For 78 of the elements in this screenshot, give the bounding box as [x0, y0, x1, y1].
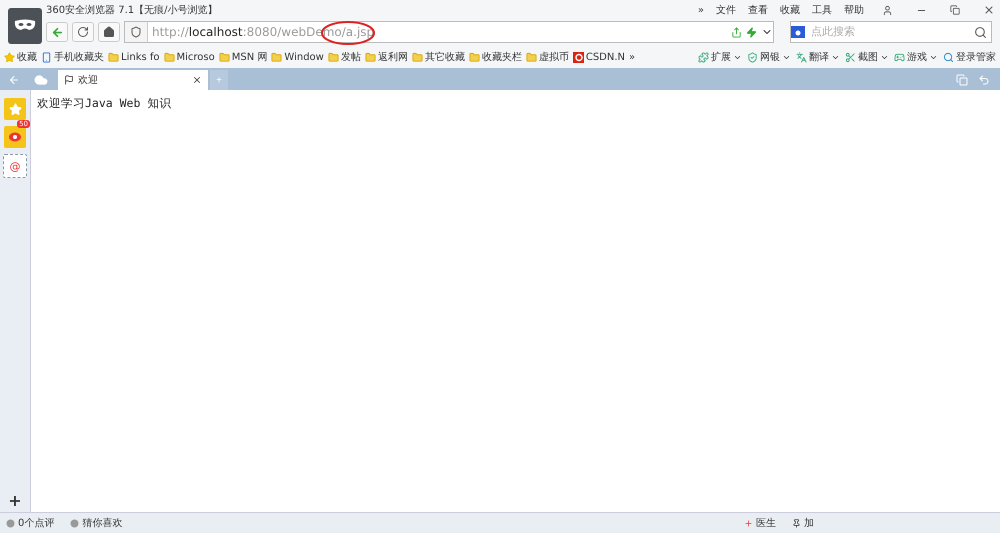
sidebar-toggle-icon [8, 74, 20, 86]
lightning-icon [746, 26, 757, 38]
close-icon [192, 75, 202, 85]
search-box[interactable]: 点此搜索 [790, 21, 992, 43]
folder-icon [412, 52, 423, 62]
refresh-icon [77, 26, 89, 38]
share-icon [731, 26, 742, 38]
menu-item[interactable]: 工具 [812, 3, 832, 17]
star-icon [4, 52, 15, 62]
cloud-icon [34, 73, 48, 87]
home-icon [103, 26, 115, 38]
toolbar-item[interactable]: 网银 [747, 50, 791, 64]
search-icon [974, 26, 987, 38]
bookmark-item[interactable]: Links fo [108, 52, 160, 62]
shield-icon [130, 26, 142, 38]
shield-icon [747, 52, 758, 62]
c-logo-icon [572, 52, 584, 62]
back-icon [50, 26, 64, 38]
status-item[interactable]: 0个点评 [6, 516, 54, 530]
bookmark-item[interactable]: 其它收藏 [412, 50, 465, 64]
translate-icon [796, 52, 807, 62]
bookmark-item[interactable]: CSDN.N [572, 52, 626, 62]
status-item[interactable]: 猜你喜欢 [70, 516, 122, 530]
folder-icon [526, 52, 537, 62]
scissors-icon [845, 52, 856, 62]
dot-icon [6, 518, 15, 528]
bookmark-item[interactable]: 返利网 [364, 50, 408, 64]
toolbar-item[interactable]: 扩展 [698, 50, 742, 64]
menu-item[interactable]: 帮助 [844, 3, 864, 17]
status-item[interactable]: 医生 [744, 516, 776, 530]
menu-item[interactable]: 收藏 [780, 3, 800, 17]
browser-tab[interactable]: 欢迎 [58, 70, 208, 90]
bookmark-item[interactable]: 发帖 [328, 50, 361, 64]
bookmark-item[interactable]: Window [271, 52, 324, 62]
bookmark-item[interactable]: Microso [164, 52, 215, 62]
folder-icon [271, 52, 282, 62]
menu-item[interactable]: 查看 [748, 3, 768, 17]
menu-item[interactable]: » [698, 4, 704, 16]
login-link[interactable]: 登录管家 [943, 50, 996, 64]
add-button[interactable]: + [8, 491, 22, 510]
toolbar-item[interactable]: 截图 [845, 50, 889, 64]
more-bookmarks[interactable]: » [629, 52, 636, 62]
bookmark-item[interactable]: 收藏 [4, 50, 37, 64]
bookmark-item[interactable]: 手机收藏夹 [41, 50, 104, 64]
undo-icon [978, 74, 990, 86]
menu-item[interactable]: 文件 [716, 3, 736, 17]
bookmark-item[interactable]: 虚拟币 [526, 50, 569, 64]
page-text: 欢迎学习Java Web 知识 [37, 96, 172, 110]
pin-icon [792, 518, 801, 528]
phone-icon [41, 52, 52, 62]
email-icon[interactable]: @ [3, 154, 27, 178]
refresh-button[interactable] [72, 22, 94, 42]
plus-icon [744, 518, 753, 528]
person-icon [882, 4, 892, 16]
search-icon [943, 52, 954, 62]
paw-icon [791, 26, 805, 38]
folder-icon [218, 52, 230, 62]
restore-icon [950, 5, 960, 15]
toolbar-item[interactable]: 翻译 [796, 50, 840, 64]
toolbar-item[interactable]: 游戏 [894, 50, 938, 64]
folder-icon [164, 52, 175, 62]
gamepad-icon [894, 52, 905, 62]
close-icon [983, 4, 995, 16]
status-item[interactable]: 加 [792, 516, 814, 530]
browser-logo [8, 8, 42, 44]
dot-icon [70, 518, 80, 528]
puzzle-icon [698, 52, 709, 62]
eye-icon[interactable] [4, 126, 26, 148]
home-button[interactable] [98, 22, 120, 42]
bookmark-item[interactable]: 收藏夹栏 [468, 50, 522, 64]
bookmark-item[interactable]: MSN 网 [218, 50, 268, 64]
folder-icon [364, 52, 376, 62]
folder-icon [328, 52, 339, 62]
window-title: 360安全浏览器 7.1【无痕/小号浏览】 [46, 4, 218, 17]
folder-icon [108, 52, 119, 62]
folder-icon [468, 52, 480, 62]
new-window-icon [956, 74, 968, 86]
flag-icon [64, 75, 74, 85]
